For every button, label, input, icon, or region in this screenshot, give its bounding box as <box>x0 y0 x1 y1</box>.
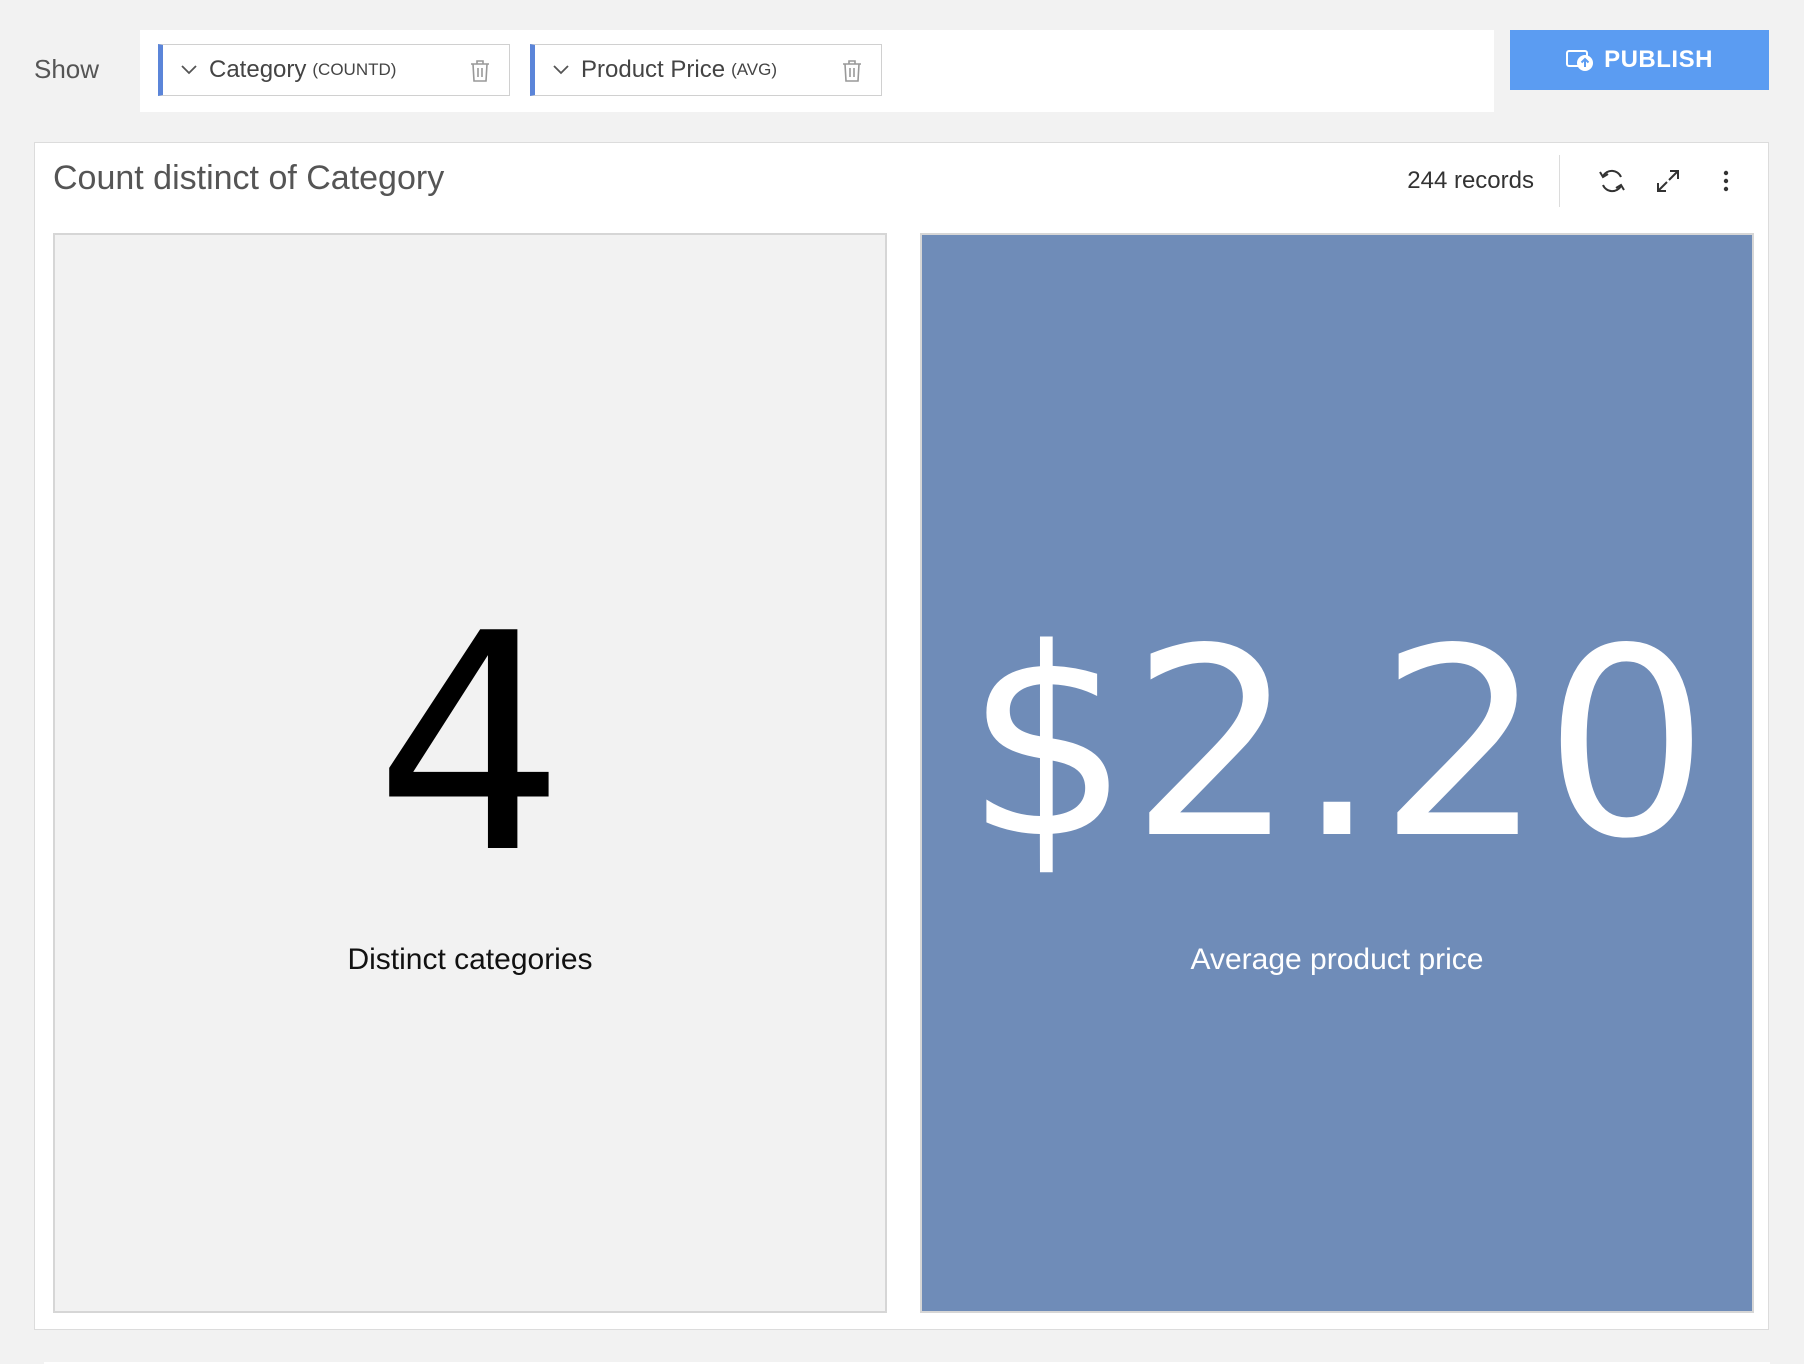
chevron-down-icon[interactable] <box>179 60 199 80</box>
kebab-menu-icon[interactable] <box>1710 165 1742 197</box>
kpi-tile-distinct-categories: 4 Distinct categories <box>53 233 887 1313</box>
publish-icon <box>1566 48 1594 72</box>
publish-button[interactable]: PUBLISH <box>1510 30 1769 90</box>
trash-icon[interactable] <box>469 59 491 83</box>
kpi-label: Average product price <box>1190 943 1484 976</box>
chevron-down-icon[interactable] <box>551 60 571 80</box>
show-label: Show <box>34 54 100 84</box>
fields-drop-zone: Category (COUNTD) Product Price (AVG) <box>140 30 1494 112</box>
field-pill-product-price[interactable]: Product Price (AVG) <box>530 44 882 96</box>
divider <box>1559 155 1560 207</box>
trash-icon[interactable] <box>841 59 863 83</box>
refresh-icon[interactable] <box>1596 165 1628 197</box>
kpi-value: 4 <box>374 570 566 919</box>
field-pill-category[interactable]: Category (COUNTD) <box>158 44 510 96</box>
field-name: Category <box>209 56 307 83</box>
field-aggregation: (AVG) <box>731 60 778 79</box>
chart-card: Count distinct of Category 244 records 4… <box>34 142 1769 1330</box>
kpi-value: $2.20 <box>964 594 1710 896</box>
expand-icon[interactable] <box>1652 165 1684 197</box>
field-name: Product Price <box>581 56 726 83</box>
records-count: 244 records <box>1407 167 1534 194</box>
chart-title: Count distinct of Category <box>53 159 445 197</box>
publish-label: PUBLISH <box>1604 46 1713 73</box>
kpi-label: Distinct categories <box>347 943 593 976</box>
kpi-tile-average-price: $2.20 Average product price <box>920 233 1754 1313</box>
field-aggregation: (COUNTD) <box>312 60 397 79</box>
